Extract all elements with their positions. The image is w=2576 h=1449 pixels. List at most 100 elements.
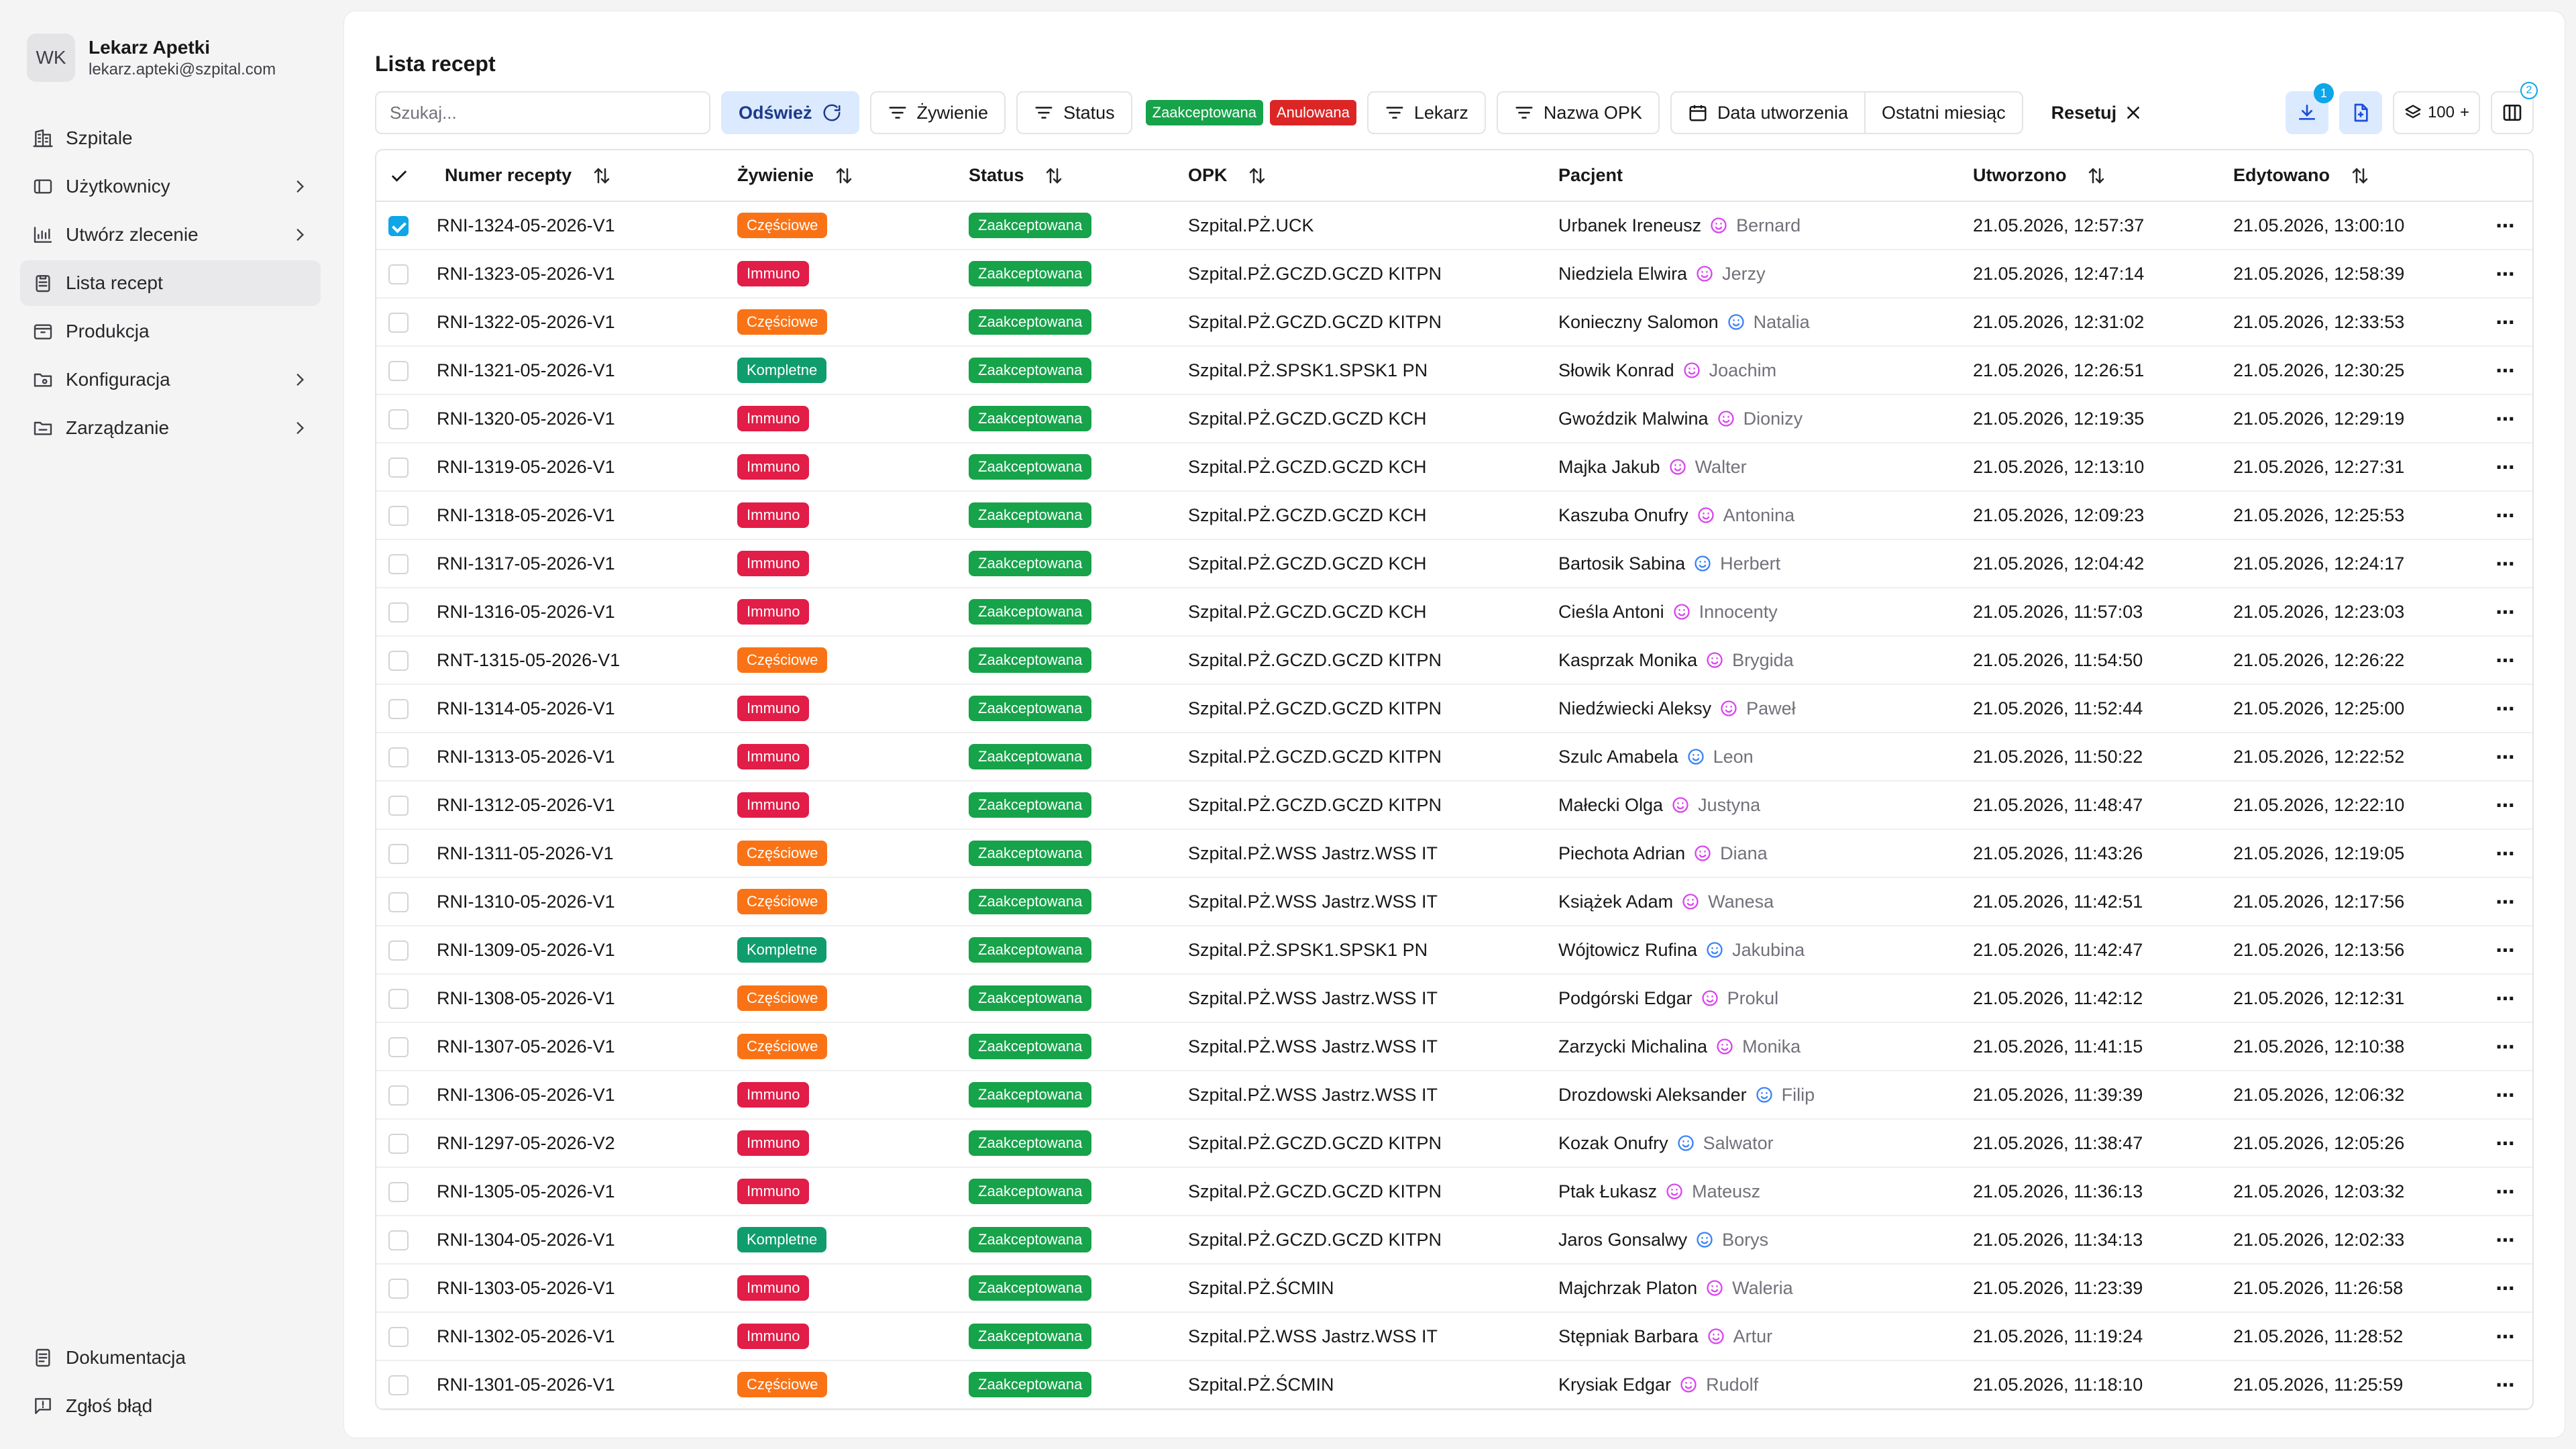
more-actions-icon[interactable]: ⋯ (2496, 215, 2516, 237)
prescription-number[interactable]: RNI-1320-05-2026-V1 (425, 394, 728, 443)
more-actions-icon[interactable]: ⋯ (2496, 1229, 2516, 1251)
check-icon[interactable] (390, 167, 409, 186)
more-actions-icon[interactable]: ⋯ (2496, 1277, 2516, 1299)
page-size-button[interactable]: 100 + (2392, 91, 2480, 134)
sidebar-item-2[interactable]: Utwórz zlecenie (20, 212, 321, 258)
row-checkbox[interactable] (388, 1375, 409, 1395)
more-actions-icon[interactable]: ⋯ (2496, 1374, 2516, 1396)
prescription-number[interactable]: RNI-1318-05-2026-V1 (425, 491, 728, 539)
column-opk[interactable]: OPK (1179, 150, 1549, 201)
table-row[interactable]: RNI-1306-05-2026-V1 Immuno Zaakceptowana Sz… (376, 1071, 2532, 1119)
prescription-number[interactable]: RNI-1303-05-2026-V1 (425, 1264, 728, 1312)
row-checkbox[interactable] (388, 1085, 409, 1106)
user-profile[interactable]: WK Lekarz Apetki lekarz.apteki@szpital.c… (20, 27, 321, 89)
last-month-option[interactable]: Ostatni miesiąc (1864, 93, 2022, 133)
sidebar-item-3[interactable]: Lista recept (20, 260, 321, 306)
more-actions-icon[interactable]: ⋯ (2496, 1084, 2516, 1106)
more-actions-icon[interactable]: ⋯ (2496, 311, 2516, 333)
prescription-number[interactable]: RNI-1313-05-2026-V1 (425, 733, 728, 781)
prescription-number[interactable]: RNI-1319-05-2026-V1 (425, 443, 728, 491)
row-checkbox[interactable] (388, 1230, 409, 1250)
row-checkbox[interactable] (388, 795, 409, 816)
table-row[interactable]: RNI-1302-05-2026-V1 Immuno Zaakceptowana Sz… (376, 1312, 2532, 1360)
prescription-number[interactable]: RNI-1323-05-2026-V1 (425, 250, 728, 298)
column-edited[interactable]: Edytowano (2224, 150, 2479, 201)
table-row[interactable]: RNI-1321-05-2026-V1 Kompletne Zaakceptowan… (376, 346, 2532, 394)
prescription-number[interactable]: RNI-1312-05-2026-V1 (425, 781, 728, 829)
table-row[interactable]: RNI-1307-05-2026-V1 Częściowe Zaakceptowan… (376, 1022, 2532, 1071)
table-row[interactable]: RNI-1322-05-2026-V1 Częściowe Zaakceptowan… (376, 298, 2532, 346)
prescription-number[interactable]: RNI-1302-05-2026-V1 (425, 1312, 728, 1360)
row-checkbox[interactable] (388, 698, 409, 719)
table-row[interactable]: RNI-1313-05-2026-V1 Immuno Zaakceptowana Sz… (376, 733, 2532, 781)
sidebar-item-4[interactable]: Produkcja (20, 309, 321, 354)
column-diet[interactable]: Żywienie (728, 150, 959, 201)
more-actions-icon[interactable]: ⋯ (2496, 504, 2516, 527)
more-actions-icon[interactable]: ⋯ (2496, 843, 2516, 865)
select-all-column[interactable] (376, 150, 425, 201)
prescription-number[interactable]: RNI-1316-05-2026-V1 (425, 588, 728, 636)
row-checkbox[interactable] (388, 312, 409, 333)
row-checkbox[interactable] (388, 1326, 409, 1347)
table-row[interactable]: RNI-1320-05-2026-V1 Immuno Zaakceptowana Sz… (376, 394, 2532, 443)
row-checkbox[interactable] (388, 988, 409, 1009)
status-chip-accepted[interactable]: Zaakceptowana (1145, 100, 1263, 125)
prescription-number[interactable]: RNI-1297-05-2026-V2 (425, 1119, 728, 1167)
prescription-number[interactable]: RNI-1305-05-2026-V1 (425, 1167, 728, 1216)
more-actions-icon[interactable]: ⋯ (2496, 649, 2516, 672)
row-checkbox[interactable] (388, 360, 409, 381)
table-row[interactable]: RNI-1309-05-2026-V1 Kompletne Zaakceptowan… (376, 926, 2532, 974)
table-row[interactable]: RNI-1317-05-2026-V1 Immuno Zaakceptowana Sz… (376, 539, 2532, 588)
row-checkbox[interactable] (388, 1036, 409, 1057)
more-actions-icon[interactable]: ⋯ (2496, 553, 2516, 575)
more-actions-icon[interactable]: ⋯ (2496, 987, 2516, 1010)
prescription-number[interactable]: RNT-1315-05-2026-V1 (425, 636, 728, 684)
column-number[interactable]: Numer recepty (425, 150, 728, 201)
prescription-number[interactable]: RNI-1311-05-2026-V1 (425, 829, 728, 877)
table-row[interactable]: RNI-1312-05-2026-V1 Immuno Zaakceptowana Sz… (376, 781, 2532, 829)
more-actions-icon[interactable]: ⋯ (2496, 698, 2516, 720)
row-checkbox[interactable] (388, 940, 409, 961)
row-checkbox[interactable] (388, 553, 409, 574)
more-actions-icon[interactable]: ⋯ (2496, 1326, 2516, 1348)
download-button[interactable]: 1 (2285, 83, 2334, 134)
table-row[interactable]: RNI-1318-05-2026-V1 Immuno Zaakceptowana Sz… (376, 491, 2532, 539)
table-row[interactable]: RNI-1308-05-2026-V1 Częściowe Zaakceptowan… (376, 974, 2532, 1022)
sidebar-item-1[interactable]: Użytkownicy (20, 164, 321, 209)
prescription-number[interactable]: RNI-1322-05-2026-V1 (425, 298, 728, 346)
row-checkbox[interactable] (388, 602, 409, 623)
sidebar-bottom-item-1[interactable]: Zgłoś błąd (20, 1383, 321, 1429)
sort-icon[interactable] (1247, 166, 1267, 186)
table-row[interactable]: RNI-1323-05-2026-V1 Immuno Zaakceptowana Sz… (376, 250, 2532, 298)
status-chip-cancelled[interactable]: Anulowana (1269, 100, 1356, 125)
prescription-number[interactable]: RNI-1301-05-2026-V1 (425, 1360, 728, 1409)
status-filter-button[interactable]: Status (1016, 91, 1132, 134)
column-status[interactable]: Status (959, 150, 1179, 201)
columns-button[interactable]: 2 (2491, 82, 2538, 134)
table-row[interactable]: RNI-1311-05-2026-V1 Częściowe Zaakceptowan… (376, 829, 2532, 877)
doctor-filter-button[interactable]: Lekarz (1366, 91, 1486, 134)
sort-icon[interactable] (592, 166, 612, 186)
more-actions-icon[interactable]: ⋯ (2496, 263, 2516, 285)
more-actions-icon[interactable]: ⋯ (2496, 1181, 2516, 1203)
table-row[interactable]: RNI-1316-05-2026-V1 Immuno Zaakceptowana Sz… (376, 588, 2532, 636)
opk-filter-button[interactable]: Nazwa OPK (1496, 91, 1660, 134)
column-patient[interactable]: Pacjent (1549, 150, 1964, 201)
more-actions-icon[interactable]: ⋯ (2496, 939, 2516, 961)
more-actions-icon[interactable]: ⋯ (2496, 408, 2516, 430)
table-row[interactable]: RNI-1303-05-2026-V1 Immuno Zaakceptowana Sz… (376, 1264, 2532, 1312)
row-checkbox[interactable] (388, 650, 409, 671)
prescription-number[interactable]: RNI-1310-05-2026-V1 (425, 877, 728, 926)
row-checkbox[interactable] (388, 1133, 409, 1154)
sort-icon[interactable] (2086, 166, 2106, 186)
table-row[interactable]: RNI-1297-05-2026-V2 Immuno Zaakceptowana Sz… (376, 1119, 2532, 1167)
table-row[interactable]: RNT-1315-05-2026-V1 Częściowe Zaakceptowan… (376, 636, 2532, 684)
row-checkbox[interactable] (388, 747, 409, 767)
table-row[interactable]: RNI-1319-05-2026-V1 Immuno Zaakceptowana Sz… (376, 443, 2532, 491)
row-checkbox[interactable] (388, 1181, 409, 1202)
row-checkbox[interactable] (388, 457, 409, 478)
created-date-filter-button[interactable]: Data utworzenia (1672, 93, 1864, 133)
row-checkbox[interactable] (388, 843, 409, 864)
prescription-number[interactable]: RNI-1314-05-2026-V1 (425, 684, 728, 733)
more-actions-icon[interactable]: ⋯ (2496, 891, 2516, 913)
